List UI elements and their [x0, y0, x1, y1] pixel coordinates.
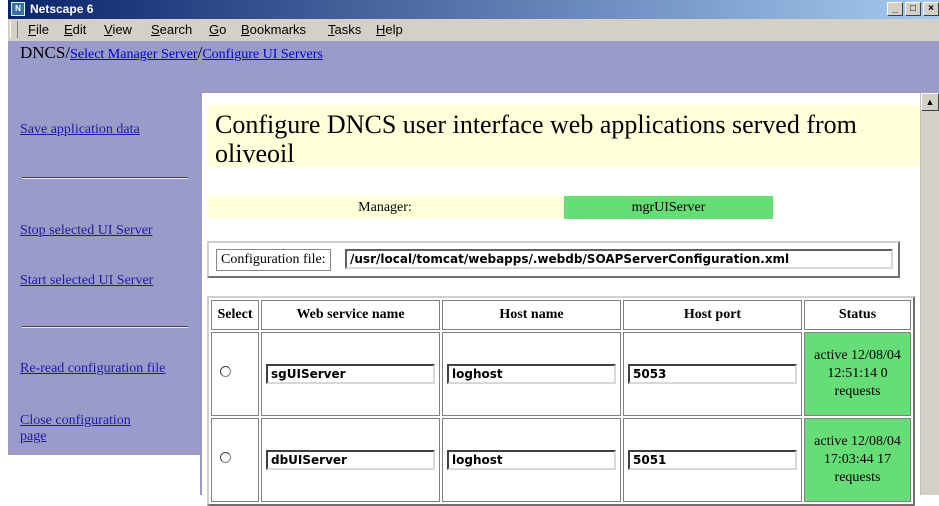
- minimize-button[interactable]: _: [887, 2, 903, 16]
- web-service-name-input[interactable]: dbUIServer: [266, 450, 435, 470]
- manager-value: mgrUIServer: [564, 196, 773, 219]
- start-ui-server-link[interactable]: Start selected UI Server: [20, 273, 153, 289]
- window-titlebar[interactable]: N Netscape 6 _ □ ×: [8, 0, 939, 19]
- sidebar-divider: [22, 177, 188, 179]
- select-radio[interactable]: [220, 366, 231, 377]
- stop-ui-server-link[interactable]: Stop selected UI Server: [20, 223, 153, 239]
- browser-viewport: DNCS/Select Manager Server/Configure UI …: [8, 41, 939, 506]
- host-port-input[interactable]: 5053: [628, 364, 797, 384]
- breadcrumb-root: DNCS: [20, 43, 66, 62]
- table-header-row: Select Web service name Host name Host p…: [211, 300, 911, 330]
- column-header-status: Status: [804, 300, 911, 330]
- manager-label: Manager:: [207, 196, 563, 219]
- menu-view[interactable]: View: [104, 22, 132, 37]
- select-cell: [211, 332, 259, 416]
- menu-edit[interactable]: Edit: [64, 22, 86, 37]
- menu-tasks[interactable]: Tasks: [328, 22, 361, 37]
- maximize-button[interactable]: □: [905, 2, 921, 16]
- select-radio[interactable]: [220, 452, 231, 463]
- window-title: Netscape 6: [30, 2, 94, 16]
- web-service-name-cell: dbUIServer: [261, 418, 440, 502]
- close-button[interactable]: ×: [923, 2, 939, 16]
- menu-go[interactable]: Go: [209, 22, 226, 37]
- host-port-cell: 5051: [623, 418, 802, 502]
- ui-servers-table: Select Web service name Host name Host p…: [207, 296, 915, 506]
- menu-bar: File Edit View Search Go Bookmarks Tasks…: [8, 19, 939, 41]
- column-header-select: Select: [211, 300, 259, 330]
- host-name-input[interactable]: loghost: [447, 364, 616, 384]
- vertical-scrollbar[interactable]: ▲: [920, 93, 939, 495]
- host-port-cell: 5053: [623, 332, 802, 416]
- host-name-input[interactable]: loghost: [447, 450, 616, 470]
- web-service-name-input[interactable]: sgUIServer: [266, 364, 435, 384]
- page-curl-decoration: [0, 455, 200, 495]
- web-service-name-cell: sgUIServer: [261, 332, 440, 416]
- configuration-file-label: Configuration file:: [216, 249, 331, 271]
- select-cell: [211, 418, 259, 502]
- breadcrumb-configure-ui-link[interactable]: Configure UI Servers: [202, 47, 323, 62]
- status-cell: active 12/08/04 12:51:14 0 requests: [804, 332, 911, 416]
- configuration-file-box: Configuration file: /usr/local/tomcat/we…: [207, 241, 900, 278]
- netscape-icon: N: [11, 2, 25, 16]
- host-port-input[interactable]: 5051: [628, 450, 797, 470]
- column-header-host-name: Host name: [442, 300, 621, 330]
- menu-search[interactable]: Search: [151, 22, 192, 37]
- breadcrumb-select-manager-link[interactable]: Select Manager Server: [70, 47, 198, 62]
- configuration-file-input[interactable]: /usr/local/tomcat/webapps/.webdb/SOAPSer…: [345, 249, 893, 269]
- status-cell: active 12/08/04 17:03:44 17 requests: [804, 418, 911, 502]
- menu-file[interactable]: File: [28, 22, 49, 37]
- host-name-cell: loghost: [442, 332, 621, 416]
- reread-configuration-link[interactable]: Re-read configuration file: [20, 361, 180, 377]
- toolbar-grip[interactable]: [10, 21, 18, 38]
- table-row: sgUIServer loghost 5053 active 12/08/04 …: [211, 332, 911, 416]
- window-controls: _ □ ×: [887, 2, 939, 16]
- scroll-up-arrow-icon[interactable]: ▲: [921, 93, 939, 111]
- table-row: dbUIServer loghost 5051 active 12/08/04 …: [211, 418, 911, 502]
- main-content: Configure DNCS user interface web applic…: [202, 93, 922, 506]
- column-header-web-service-name: Web service name: [261, 300, 440, 330]
- sidebar-divider: [22, 326, 188, 328]
- menu-bookmarks[interactable]: Bookmarks: [241, 22, 306, 37]
- page-title: Configure DNCS user interface web applic…: [207, 105, 922, 168]
- host-name-cell: loghost: [442, 418, 621, 502]
- column-header-host-port: Host port: [623, 300, 802, 330]
- menu-help[interactable]: Help: [376, 22, 403, 37]
- breadcrumb: DNCS/Select Manager Server/Configure UI …: [20, 43, 323, 63]
- save-application-data-link[interactable]: Save application data: [20, 122, 140, 138]
- close-configuration-link[interactable]: Close configuration page: [20, 413, 160, 445]
